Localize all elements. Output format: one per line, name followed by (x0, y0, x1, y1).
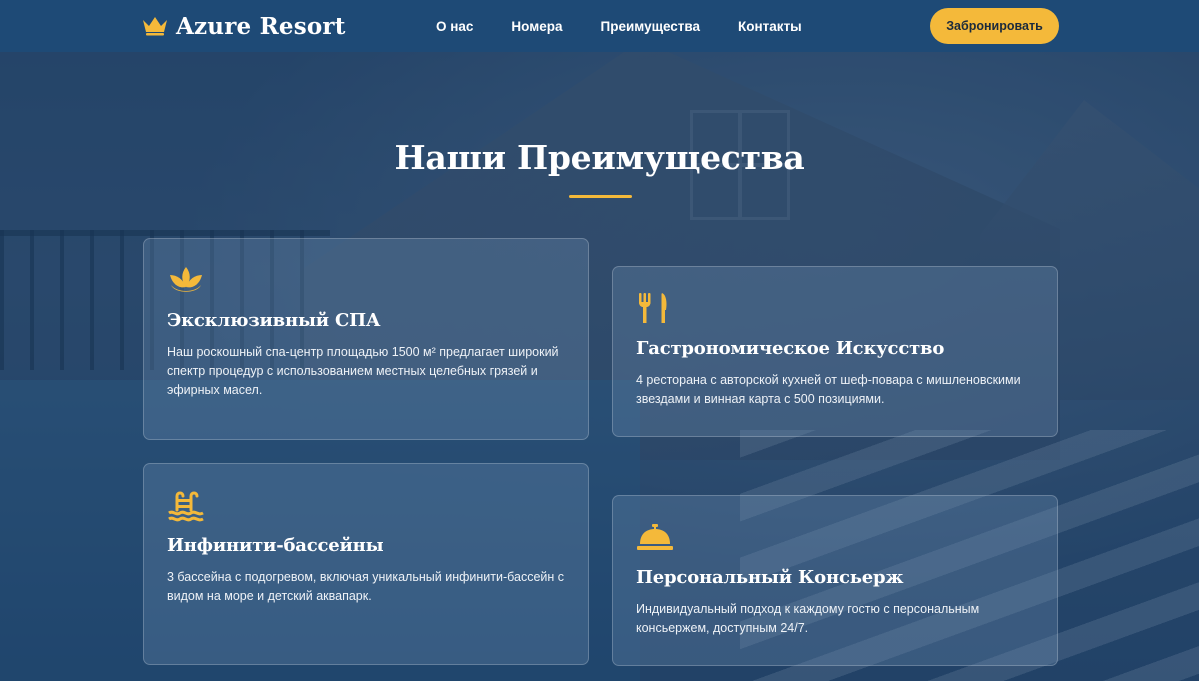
feature-card-spa: Эксклюзивный СПА Наш роскошный спа-центр… (143, 238, 589, 440)
feature-description: 4 ресторана с авторской кухней от шеф-по… (636, 373, 1021, 406)
utensils-icon (639, 293, 667, 323)
feature-title: Гастрономическое Искусство (636, 338, 945, 359)
crown-icon (143, 17, 167, 36)
feature-card-gastronomy: Гастрономическое Искусство 4 ресторана с… (612, 266, 1058, 437)
site-header: Azure Resort О нас Номера Преимущества К… (0, 0, 1199, 52)
nav-link-rooms[interactable]: Номера (511, 19, 562, 34)
main-nav: О нас Номера Преимущества Контакты (436, 0, 802, 52)
brand-logo[interactable]: Azure Resort (142, 13, 346, 40)
concierge-bell-icon (637, 524, 673, 550)
nav-link-contacts[interactable]: Контакты (738, 19, 802, 34)
swimming-pool-icon (168, 491, 204, 522)
nav-link-advantages[interactable]: Преимущества (601, 19, 701, 34)
book-button[interactable]: Забронировать (930, 8, 1059, 44)
feature-title: Инфинити-бассейны (167, 535, 384, 556)
brand-name: Azure Resort (176, 12, 346, 40)
lotus-icon (170, 267, 202, 292)
feature-description: Индивидуальный подход к каждому гостю с … (636, 602, 980, 635)
section-title: Наши Преимущества (394, 138, 805, 177)
feature-description: 3 бассейна с подогревом, включая уникаль… (167, 570, 565, 603)
feature-description: Наш роскошный спа-центр площадью 1500 м²… (167, 345, 559, 397)
title-underline (569, 195, 632, 198)
feature-title: Персональный Консьерж (636, 567, 904, 588)
feature-card-pools: Инфинити-бассейны 3 бассейна с подогрево… (143, 463, 589, 665)
nav-link-about[interactable]: О нас (436, 19, 473, 34)
feature-title: Эксклюзивный СПА (167, 310, 381, 331)
feature-card-concierge: Персональный Консьерж Индивидуальный под… (612, 495, 1058, 666)
